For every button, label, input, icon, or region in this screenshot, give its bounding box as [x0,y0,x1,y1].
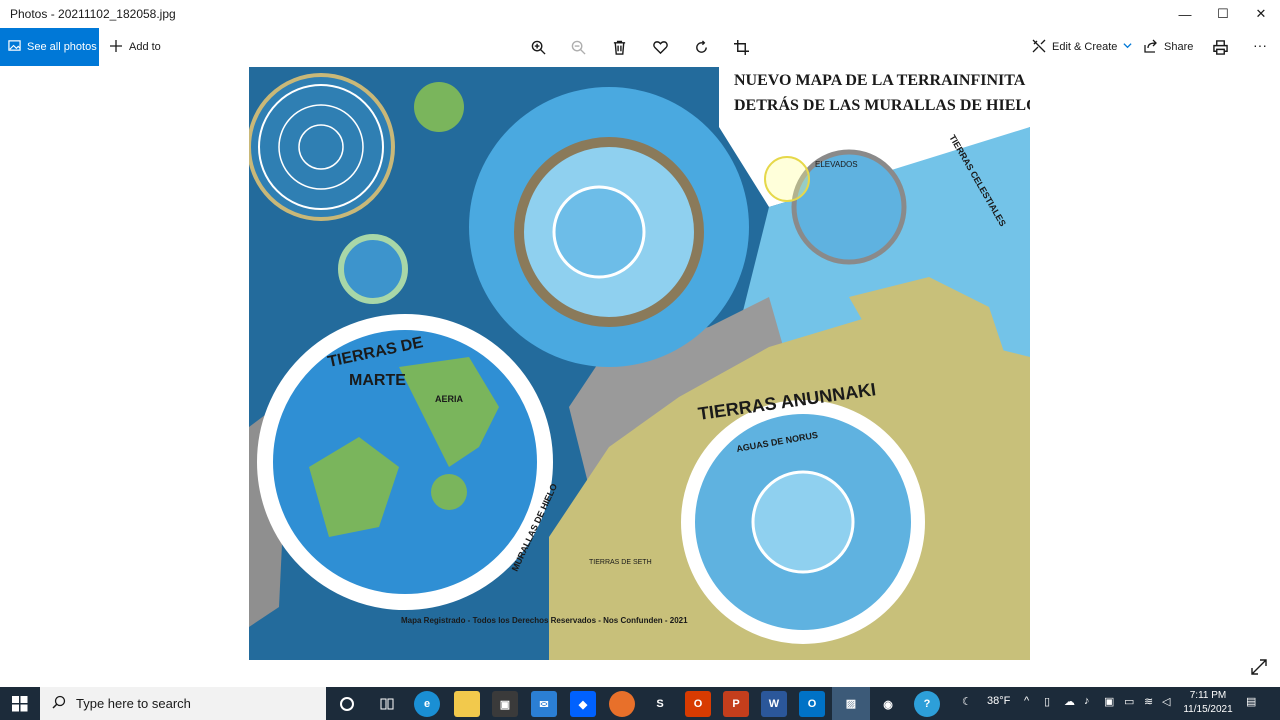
label-elevados: ELEVADOS [815,160,858,169]
wifi-icon[interactable]: ≋ [1144,695,1153,708]
start-button[interactable] [0,687,40,720]
delete-icon[interactable] [609,37,629,57]
temperature[interactable]: 38°F [987,695,1010,707]
edit-create-button[interactable]: Edit & Create [1032,28,1132,66]
word-icon[interactable]: W [761,691,787,717]
media-icon[interactable]: ◉ [875,691,901,717]
share-label: Share [1164,41,1194,53]
outlook-icon[interactable]: O [799,691,825,717]
zoom-in-icon[interactable] [528,37,548,57]
share-button[interactable]: Share [1144,28,1193,66]
photos-icon [8,39,21,55]
edit-create-label: Edit & Create [1052,41,1118,53]
battery-icon[interactable]: ▭ [1124,695,1134,708]
plus-icon [110,39,122,55]
tray-icon-a[interactable]: ▯ [1044,695,1050,708]
fullscreen-expand-icon[interactable] [1250,658,1268,676]
close-button[interactable]: ✕ [1242,0,1280,28]
map-title-line1: NUEVO MAPA DE LA TERRAINFINITA [734,72,1026,89]
microphone-icon[interactable]: ♪ [1084,695,1090,707]
taskbar: Type here to search e ▣ ✉ ◆ S O P W O ▨ … [0,687,1280,720]
minimize-button[interactable]: — [1166,0,1204,28]
edge-browser-icon[interactable]: e [414,691,440,717]
taskbar-search-box[interactable]: Type here to search [40,687,326,720]
chevron-down-icon [1123,41,1132,53]
clock-time: 7:11 PM [1189,690,1227,701]
maximize-button[interactable]: ☐ [1204,0,1242,28]
crop-icon[interactable] [731,37,751,57]
firefox-icon[interactable] [609,691,635,717]
map-title-line2: DETRÁS DE LAS MURALLAS DE HIELO [734,95,1030,114]
volume-icon[interactable]: ◁ [1162,695,1170,708]
label-tierras-de-seth: TIERRAS DE SETH [589,559,652,566]
mail-icon[interactable]: ✉ [531,691,557,717]
rotate-icon[interactable] [691,37,711,57]
add-to-label: Add to [129,41,161,53]
photos-app-icon[interactable]: ▨ [832,687,870,720]
more-options-button[interactable]: ··· [1250,35,1270,55]
dropbox-icon[interactable]: ◆ [570,691,596,717]
print-icon[interactable] [1210,37,1230,57]
search-icon [52,695,66,712]
app-s-icon[interactable]: S [647,691,673,717]
favorite-heart-icon[interactable] [650,37,670,57]
share-icon [1144,39,1158,56]
help-icon[interactable]: ? [914,691,940,717]
task-view-icon[interactable] [374,691,400,717]
tray-icon-b[interactable]: ▣ [1104,695,1114,708]
label-aeria: AERIA [435,394,464,404]
weather-moon-icon[interactable]: ☾ [962,695,972,708]
notifications-icon[interactable]: ▤ [1246,695,1256,708]
store-icon[interactable]: ▣ [492,691,518,717]
search-placeholder: Type here to search [76,696,191,711]
clock-date: 11/15/2021 [1183,704,1233,715]
see-all-photos-label: See all photos [27,41,97,53]
edit-create-icon [1032,39,1046,56]
file-explorer-icon[interactable] [454,691,480,717]
cortana-icon[interactable] [334,691,360,717]
photo-viewer: NUEVO MAPA DE LA TERRAINFINITA DETRÁS DE… [0,66,1280,687]
system-clock[interactable]: 7:11 PM 11/15/2021 [1180,689,1236,717]
powerpoint-icon[interactable]: P [723,691,749,717]
photo-image[interactable]: NUEVO MAPA DE LA TERRAINFINITA DETRÁS DE… [249,67,1030,660]
title-bar: Photos - 20211102_182058.jpg — ☐ ✕ [0,0,1280,28]
toolbar: See all photos Add to Edit & Create Shar… [0,28,1280,66]
map-footer: Mapa Registrado - Todos los Derechos Res… [401,616,688,625]
label-marte: MARTE [349,372,406,389]
windows-logo-icon [12,695,28,711]
onedrive-icon[interactable]: ☁ [1064,695,1075,708]
add-to-button[interactable]: Add to [110,28,161,66]
see-all-photos-button[interactable]: See all photos [0,28,99,66]
zoom-out-icon[interactable] [568,37,588,57]
chevron-up-icon[interactable]: ^ [1024,695,1029,707]
window-title: Photos - 20211102_182058.jpg [10,7,176,21]
office-icon[interactable]: O [685,691,711,717]
